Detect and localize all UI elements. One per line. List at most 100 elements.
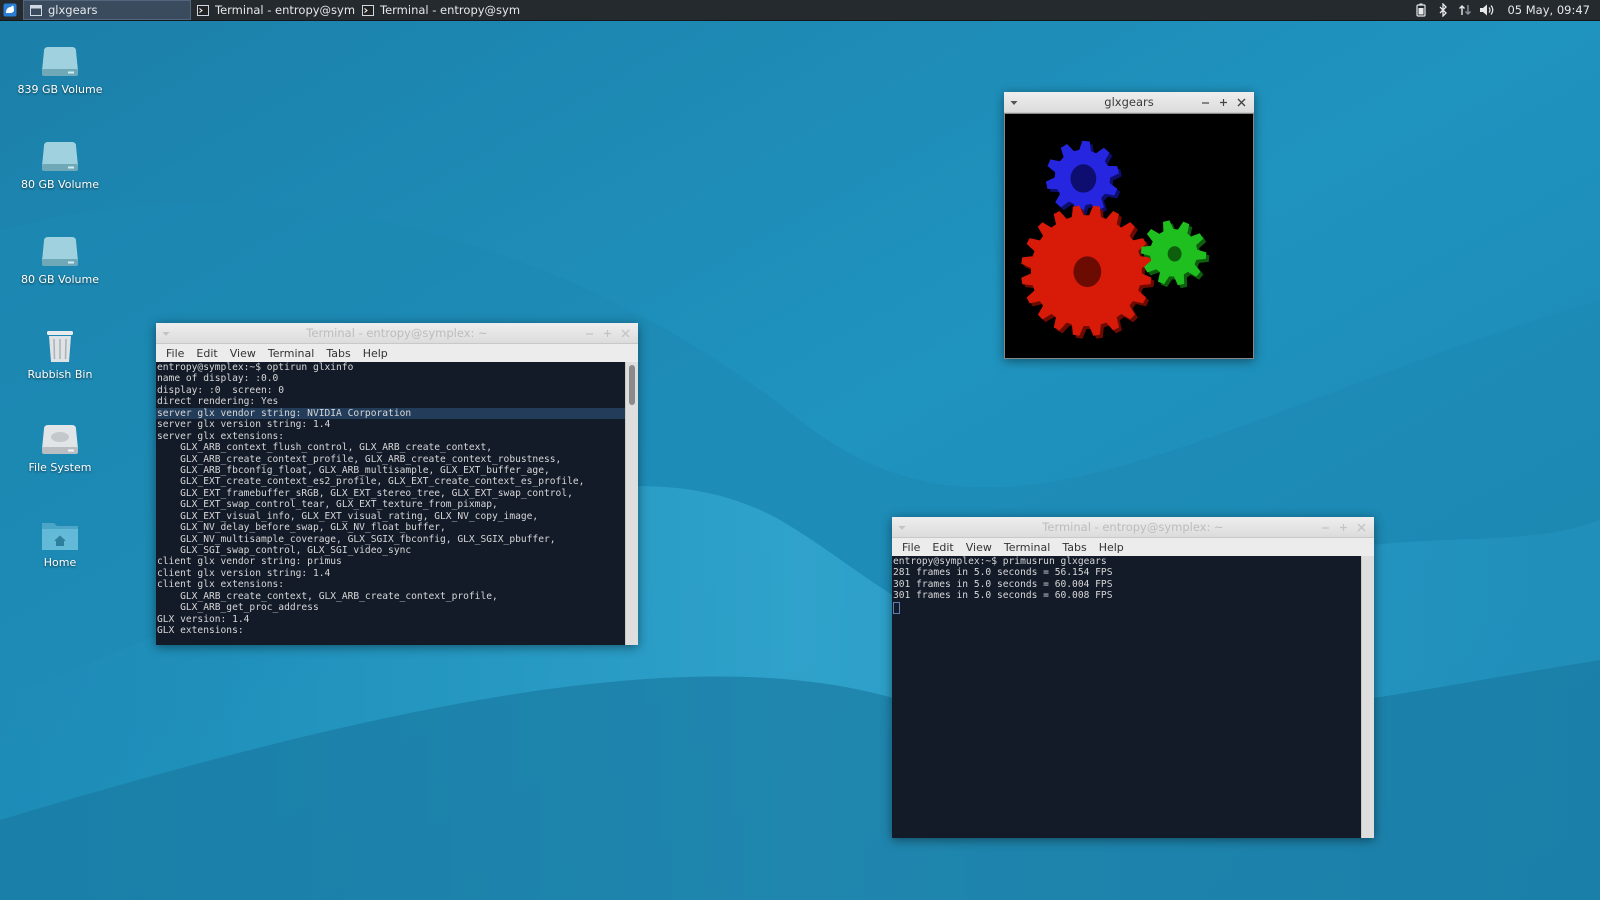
menu-help[interactable]: Help: [357, 347, 394, 360]
terminal-line: entropy@symplex:~$ primusrun glxgears: [893, 556, 1107, 567]
terminal-line: client glx extensions:: [157, 579, 285, 591]
terminal-scrollbar[interactable]: [625, 362, 638, 645]
terminal-line: GLX_ARB_fbconfig_float, GLX_ARB_multisam…: [157, 464, 550, 476]
menu-help[interactable]: Help: [1093, 541, 1130, 554]
scrollbar-thumb[interactable]: [629, 365, 635, 405]
terminal-line: direct rendering: Yes: [157, 396, 279, 408]
desktop-icon-label: Rubbish Bin: [27, 368, 93, 381]
window-titlebar[interactable]: Terminal - entropy@symplex: ~: [892, 517, 1374, 538]
window-titlebar[interactable]: Terminal - entropy@symplex: ~: [156, 323, 638, 344]
home-folder-icon: [42, 523, 78, 550]
menu-tabs[interactable]: Tabs: [320, 347, 356, 360]
terminal-line: GLX_EXT_swap_control_tear, GLX_EXT_textu…: [157, 499, 498, 511]
terminal-line: GLX_NV_delay_before_swap, GLX_NV_float_b…: [157, 522, 446, 534]
clock[interactable]: 05 May, 09:47: [1497, 3, 1600, 17]
terminal-line: GLX_SGI_swap_control, GLX_SGI_video_sync: [157, 545, 412, 556]
close-icon[interactable]: [1352, 518, 1370, 536]
desktop-icon-label: 839 GB Volume: [17, 83, 103, 96]
taskbar-button-glxgears[interactable]: glxgears: [23, 0, 191, 20]
menu-view[interactable]: View: [224, 347, 262, 360]
desktop-icon-file-system[interactable]: File System: [15, 423, 105, 474]
drive-icon: [42, 47, 78, 76]
terminal-line: display: :0 screen: 0: [157, 384, 285, 396]
window-title: Terminal - entropy@symplex: ~: [306, 326, 488, 340]
terminal-lines: entropy@symplex:~$ optirun glxinfo name o…: [156, 362, 638, 637]
maximize-icon[interactable]: [598, 324, 616, 342]
terminal-line: server glx vendor string: NVIDIA Corpora…: [156, 407, 638, 420]
trash-icon: [47, 331, 73, 362]
menu-terminal[interactable]: Terminal: [998, 541, 1057, 554]
terminal-menubar: File Edit View Terminal Tabs Help: [892, 538, 1374, 556]
system-tray: 05 May, 09:47: [1409, 0, 1600, 20]
terminal-line: GLX_NV_multisample_coverage, GLX_SGIX_fb…: [157, 533, 556, 545]
desktop-icon-label: 80 GB Volume: [21, 273, 99, 286]
terminal-line: server glx extensions:: [157, 430, 285, 442]
close-icon[interactable]: [1232, 93, 1250, 111]
window-icon: [30, 4, 42, 16]
terminal-line: 281 frames in 5.0 seconds = 56.154 FPS: [893, 567, 1113, 579]
taskbar-button-label: Terminal - entropy@symplex...: [215, 3, 356, 17]
menu-file[interactable]: File: [896, 541, 926, 554]
window-title: Terminal - entropy@symplex: ~: [1042, 520, 1224, 534]
terminal-line: GLX version: 1.4: [157, 613, 250, 625]
harddisk-icon: [42, 425, 78, 454]
applications-menu-button[interactable]: [0, 0, 20, 20]
terminal-line: GLX_EXT_visual_info, GLX_EXT_visual_rati…: [157, 510, 539, 522]
maximize-icon[interactable]: [1334, 518, 1352, 536]
terminal-output[interactable]: entropy@symplex:~$ optirun glxinfo name o…: [156, 362, 638, 645]
terminal-line: 301 frames in 5.0 seconds = 60.004 FPS: [893, 578, 1113, 590]
desktop-icon-839gb-volume[interactable]: 839 GB Volume: [15, 45, 105, 96]
terminal-line: server glx version string: 1.4: [157, 419, 331, 431]
desktop-icon-home[interactable]: Home: [15, 518, 105, 569]
battery-icon[interactable]: [1411, 0, 1431, 20]
desktop-icon-rubbish-bin[interactable]: Rubbish Bin: [15, 328, 105, 381]
menu-file[interactable]: File: [160, 347, 190, 360]
window-titlebar[interactable]: glxgears: [1004, 92, 1254, 113]
minimize-icon[interactable]: [580, 324, 598, 342]
terminal-line: GLX_EXT_create_context_es2_profile, GLX_…: [157, 476, 585, 488]
menu-edit[interactable]: Edit: [190, 347, 223, 360]
glxgears-window: glxgears: [1004, 92, 1254, 359]
menu-terminal[interactable]: Terminal: [262, 347, 321, 360]
volume-icon[interactable]: [1477, 0, 1497, 20]
network-icon[interactable]: [1455, 0, 1475, 20]
taskbar-button-terminal[interactable]: Terminal - entropy@symplex...: [356, 0, 521, 20]
terminal-line: GLX_ARB_create_context_profile, GLX_ARB_…: [157, 453, 562, 465]
terminal-line: client glx version string: 1.4: [157, 567, 331, 579]
desktop-icon-80gb-volume[interactable]: 80 GB Volume: [15, 235, 105, 286]
desktop-icon-label: File System: [28, 461, 92, 474]
minimize-icon[interactable]: [1316, 518, 1334, 536]
minimize-icon[interactable]: [1196, 93, 1214, 111]
terminal-line: GLX_ARB_get_proc_address: [157, 602, 319, 614]
menu-tabs[interactable]: Tabs: [1056, 541, 1092, 554]
terminal-scrollbar[interactable]: [1361, 556, 1374, 838]
terminal-output[interactable]: entropy@symplex:~$ primusrun glxgears 281…: [892, 556, 1374, 838]
menu-view[interactable]: View: [960, 541, 998, 554]
desktop-icon-80gb-volume[interactable]: 80 GB Volume: [15, 140, 105, 191]
menu-edit[interactable]: Edit: [926, 541, 959, 554]
terminal-line: GLX_ARB_context_flush_control, GLX_ARB_c…: [157, 442, 493, 454]
maximize-icon[interactable]: [1214, 93, 1232, 111]
terminal-line: 301 frames in 5.0 seconds = 60.008 FPS: [893, 590, 1113, 602]
close-icon[interactable]: [616, 324, 634, 342]
terminal-lines: entropy@symplex:~$ primusrun glxgears 281…: [892, 556, 1374, 602]
window-title: glxgears: [1104, 95, 1154, 109]
terminal-menubar: File Edit View Terminal Tabs Help: [156, 344, 638, 362]
terminal-line: GLX_ARB_create_context, GLX_ARB_create_c…: [157, 590, 498, 602]
terminal-cursor-line: [892, 601, 1374, 614]
window-menu-icon[interactable]: [898, 521, 906, 535]
terminal-window-glxgears: Terminal - entropy@symplex: ~ File Edit …: [892, 517, 1374, 838]
desktop-icon-label: 80 GB Volume: [21, 178, 99, 191]
bluetooth-icon[interactable]: [1433, 0, 1453, 20]
xfce-mouse-icon: [3, 3, 17, 17]
desktop-icon-label: Home: [43, 556, 77, 569]
taskbar-button-terminal[interactable]: Terminal - entropy@symplex...: [191, 0, 356, 20]
window-menu-icon[interactable]: [1010, 96, 1018, 110]
window-menu-icon[interactable]: [162, 327, 170, 341]
drive-icon: [42, 142, 78, 171]
top-panel: glxgears Terminal - entropy@symplex... T…: [0, 0, 1600, 21]
terminal-line: GLX_EXT_framebuffer_sRGB, GLX_EXT_stereo…: [157, 487, 573, 499]
terminal-line: entropy@symplex:~$ optirun glxinfo: [157, 362, 354, 373]
terminal-line: GLX extensions:: [157, 625, 244, 637]
gears-render-area[interactable]: [1004, 113, 1254, 359]
